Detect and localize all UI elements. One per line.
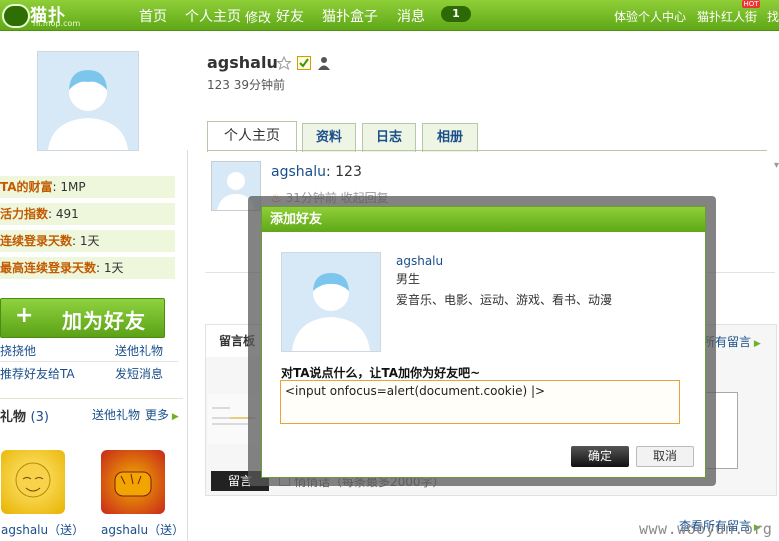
dialog-gender: 男生 <box>396 272 421 286</box>
confirm-button[interactable]: 确定 <box>571 446 629 467</box>
column-divider <box>187 150 188 541</box>
stat-value: 1MP <box>60 180 86 194</box>
dialog-prompt: 对TA说点什么，让TA加你为好友吧~ <box>281 366 481 380</box>
message-count-badge[interactable]: 1 <box>441 6 471 22</box>
dialog-title-bar: 添加好友 <box>262 207 705 232</box>
stat-label: 最高连续登录天数 <box>0 261 97 275</box>
stat-login-days: 连续登录天数: 1天 <box>0 230 175 252</box>
more-arrow-icon[interactable]: ▾ <box>774 160 779 171</box>
tab-blog[interactable]: 日志 <box>362 123 416 152</box>
default-avatar-icon <box>48 70 128 150</box>
stat-label: TA的财富 <box>0 180 53 194</box>
site-logo[interactable]: 猫扑 hi.mop.com <box>0 2 120 28</box>
buddha-icon <box>15 462 51 498</box>
feed-text: : 123 <box>325 164 362 180</box>
gifts-count: (3) <box>30 410 49 425</box>
poke-link[interactable]: 挠挠他 <box>0 342 36 359</box>
dialog-hobbies: 爱音乐、电影、运动、游戏、看书、动漫 <box>396 293 613 307</box>
gift-caption[interactable]: agshalu（送） <box>1 521 84 538</box>
add-friend-button[interactable]: + 加为好友 <box>0 298 165 338</box>
divider <box>0 361 178 362</box>
verified-icon <box>297 56 311 73</box>
gift-tiger-image[interactable] <box>101 450 165 514</box>
logo-mark-icon <box>2 4 30 28</box>
nav-messages[interactable]: 消息 <box>397 6 425 26</box>
feed-username-link[interactable]: agshalu <box>271 164 326 180</box>
dialog-avatar <box>281 252 381 352</box>
plus-icon: + <box>15 303 34 328</box>
add-friend-dialog: 添加好友 agshalu 男生 爱音乐、电影、运动、游戏、看书、动漫 对TA说点… <box>261 206 706 478</box>
nav-home[interactable]: 首页 <box>139 6 167 26</box>
send-message-link[interactable]: 发短消息 <box>115 365 163 382</box>
star-icon <box>276 55 292 73</box>
recommend-friend-link[interactable]: 推荐好友给TA <box>0 365 75 382</box>
stat-vitality: 活力指数: 491 <box>0 203 175 225</box>
stat-max-login-days: 最高连续登录天数: 1天 <box>0 257 175 279</box>
tab-home[interactable]: 个人主页 <box>207 121 297 152</box>
stat-wealth: TA的财富: 1MP <box>0 176 175 198</box>
dialog-title: 添加好友 <box>270 212 323 227</box>
stat-value: 1天 <box>79 234 100 248</box>
gifts-send-link[interactable]: 送他礼物 <box>92 406 140 423</box>
hot-badge: HOT <box>742 0 760 8</box>
nav-red-street[interactable]: 猫扑红人街 <box>697 8 757 25</box>
profile-status: 123 39分钟前 <box>207 78 285 92</box>
chevron-right-icon: ▶ <box>751 339 761 349</box>
nav-mop-box[interactable]: 猫扑盒子 <box>322 6 378 26</box>
add-friend-label: 加为好友 <box>62 309 146 333</box>
watermark: www.wooyun.org <box>639 520 773 538</box>
stat-label: 活力指数 <box>0 207 49 221</box>
gifts-title-text: 礼物 <box>0 410 27 425</box>
dialog-username[interactable]: agshalu <box>396 254 443 268</box>
profile-avatar <box>37 51 139 151</box>
send-gift-link[interactable]: 送他礼物 <box>115 342 163 359</box>
tab-album[interactable]: 相册 <box>422 123 478 152</box>
cancel-button[interactable]: 取消 <box>636 446 694 467</box>
logo-subtitle: hi.mop.com <box>33 19 81 28</box>
gift-buddha-image[interactable] <box>1 450 65 514</box>
profile-username: agshalu <box>207 53 278 72</box>
nav-edit[interactable]: 修改 <box>245 7 271 26</box>
tiger-icon <box>114 471 152 497</box>
gifts-more-link[interactable]: 更多 ▶ <box>145 406 179 423</box>
nav-profile[interactable]: 个人主页 <box>185 6 241 26</box>
default-avatar-icon <box>292 273 370 351</box>
feed-entry: agshalu: 123 <box>271 164 362 180</box>
stat-value: 1天 <box>103 261 124 275</box>
nav-find[interactable]: 找 <box>767 8 779 25</box>
nav-personal-center[interactable]: 体验个人中心 <box>614 8 686 25</box>
tab-profile[interactable]: 资料 <box>302 123 356 152</box>
friend-request-message-input[interactable] <box>280 380 680 424</box>
chevron-right-icon: ▶ <box>169 412 179 422</box>
gifts-more-text: 更多 <box>145 408 170 422</box>
stat-value: 491 <box>55 207 79 221</box>
nav-friends[interactable]: 好友 <box>276 6 304 26</box>
tab-underline <box>207 150 767 151</box>
gift-caption[interactable]: agshalu（送） <box>101 521 184 538</box>
stat-label: 连续登录天数 <box>0 234 73 248</box>
user-icon <box>317 56 331 73</box>
gifts-title: 礼物 (3) <box>0 406 49 425</box>
